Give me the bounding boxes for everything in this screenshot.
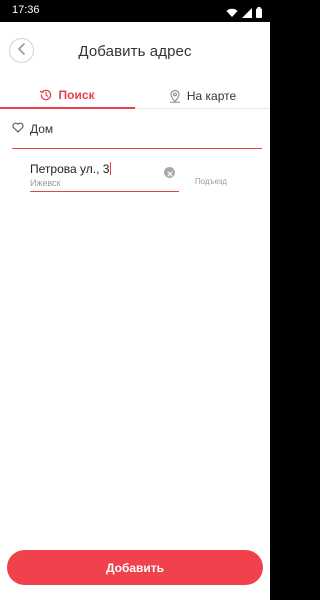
address-street: Петрова ул., 3	[30, 162, 112, 176]
tabs: Поиск На карте	[0, 82, 270, 109]
entrance-input[interactable]: Подъезд	[195, 177, 227, 186]
tab-map-label: На карте	[186, 88, 237, 103]
wifi-icon	[226, 5, 238, 23]
address-input[interactable]: Петрова ул., 3 Ижевск	[30, 159, 179, 192]
history-icon	[40, 89, 52, 101]
address-name-value: Дом	[30, 122, 54, 136]
text-cursor	[110, 162, 112, 175]
tab-search[interactable]: Поиск	[0, 82, 135, 109]
status-time: 17:36	[12, 4, 40, 16]
address-name-field[interactable]: Дом	[12, 119, 262, 149]
clear-icon	[166, 164, 173, 182]
add-button[interactable]: Добавить	[7, 550, 263, 585]
battery-icon	[256, 5, 262, 23]
tab-map[interactable]: На карте	[135, 82, 270, 109]
signal-icon	[242, 5, 252, 23]
status-icons	[226, 5, 262, 23]
address-city: Ижевск	[30, 178, 61, 188]
clear-button[interactable]	[164, 167, 175, 178]
address-street-value: Петрова ул., 3	[30, 162, 110, 176]
page-title: Добавить адрес	[78, 43, 192, 60]
map-pin-icon	[169, 89, 181, 103]
status-bar: 17:36	[0, 0, 270, 22]
add-address-screen: Добавить адрес Поиск На карте Дом Петров…	[0, 22, 270, 600]
heart-icon	[12, 122, 24, 133]
tab-search-label: Поиск	[58, 87, 95, 102]
header: Добавить адрес	[0, 22, 270, 80]
